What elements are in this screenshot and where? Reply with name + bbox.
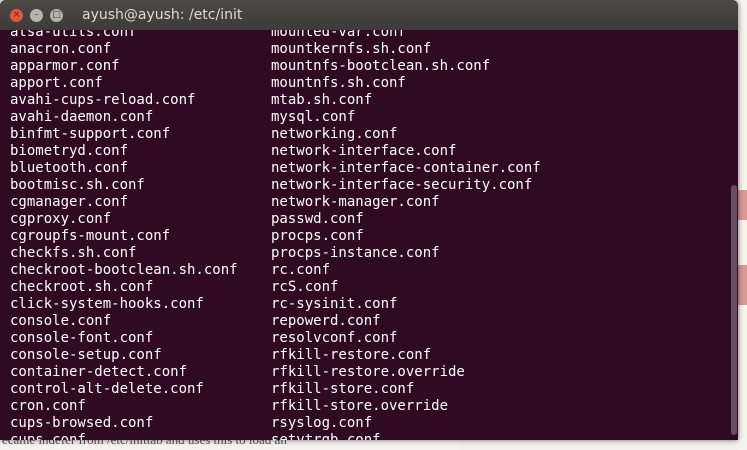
- listing-left-entry: cgmanager.conf: [10, 194, 129, 210]
- listing-right-entry: rcS.conf: [271, 279, 339, 295]
- listing-left-entry: cups.conf: [10, 432, 86, 440]
- scrollbar-thumb[interactable]: [731, 185, 737, 435]
- window-title: ayush@ayush: /etc/init: [82, 7, 243, 23]
- listing-right-entry: mountnfs.sh.conf: [271, 75, 406, 91]
- listing-right-entry: mtab.sh.conf: [271, 92, 373, 108]
- listing-left-entry: binfmt-support.conf: [10, 126, 171, 142]
- title-bar[interactable]: × – □ ayush@ayush: /etc/init: [0, 0, 738, 30]
- listing-right-entry: mountkernfs.sh.conf: [271, 41, 432, 57]
- listing-left-entry: anacron.conf: [10, 41, 112, 57]
- listing-right-entry: rc-sysinit.conf: [271, 296, 398, 312]
- listing-right-entry: rfkill-store.override: [271, 398, 449, 414]
- listing-right-entry: resolvconf.conf: [271, 330, 398, 346]
- listing-left-entry: click-system-hooks.conf: [10, 296, 204, 312]
- listing-left-entry: container-detect.conf: [10, 364, 188, 380]
- listing-right-entry: network-manager.conf: [271, 194, 440, 210]
- listing-left-entry: avahi-daemon.conf: [10, 109, 154, 125]
- background-accent-mark: [738, 190, 747, 220]
- listing-right-entry: repowerd.conf: [271, 313, 381, 329]
- listing-left-entry: cgroupfs-mount.conf: [10, 228, 171, 244]
- listing-left-entry: checkroot.sh.conf: [10, 279, 154, 295]
- listing-left-entry: console-setup.conf: [10, 347, 162, 363]
- background-accent-mark: [738, 265, 747, 305]
- listing-left-entry: cgproxy.conf: [10, 211, 112, 227]
- listing-right-entry: networking.conf: [271, 126, 398, 142]
- listing-left-entry: checkfs.sh.conf: [10, 245, 137, 261]
- listing-right-entry: rfkill-restore.override: [271, 364, 465, 380]
- listing-left-entry: cron.conf: [10, 398, 86, 414]
- listing-right-entry: network-interface-security.conf: [271, 177, 533, 193]
- listing-left-entry: apport.conf: [10, 75, 103, 91]
- listing-right-entry: rc.conf: [271, 262, 331, 278]
- listing-left-entry: avahi-cups-reload.conf: [10, 92, 196, 108]
- listing-right-entry: setvtrgb.conf: [271, 432, 381, 440]
- listing-left-entry: control-alt-delete.conf: [10, 381, 204, 397]
- listing-right-entry: mounted-var.conf: [271, 30, 406, 40]
- listing-left-entry: apparmor.conf: [10, 58, 120, 74]
- listing-left-entry: biometryd.conf: [10, 143, 129, 159]
- listing-right-entry: rsyslog.conf: [271, 415, 373, 431]
- listing-left-entry: atsa-utils.conf: [10, 30, 137, 40]
- close-button[interactable]: ×: [10, 9, 23, 22]
- listing-left-entry: cups-browsed.conf: [10, 415, 154, 431]
- listing-left-entry: checkroot-bootclean.sh.conf: [10, 262, 238, 278]
- listing-right-entry: mountnfs-bootclean.sh.conf: [271, 58, 491, 74]
- listing-right-entry: rfkill-restore.conf: [271, 347, 432, 363]
- maximize-button[interactable]: □: [50, 9, 63, 22]
- minimize-button[interactable]: –: [30, 9, 43, 22]
- listing-right-entry: procps-instance.conf: [271, 245, 440, 261]
- listing-right-entry: network-interface.conf: [271, 143, 457, 159]
- background-page-right: [738, 0, 747, 450]
- listing-right-entry: procps.conf: [271, 228, 364, 244]
- terminal-output[interactable]: atsa-utils.conf anacron.conf apparmor.conf…: [0, 30, 738, 440]
- listing-right-entry: passwd.conf: [271, 211, 364, 227]
- listing-right-entry: mysql.conf: [271, 109, 356, 125]
- terminal-window[interactable]: × – □ ayush@ayush: /etc/init atsa-utils.…: [0, 0, 738, 440]
- listing-left-entry: bluetooth.conf: [10, 160, 129, 176]
- listing-right-entry: network-interface-container.conf: [271, 160, 541, 176]
- listing-left-entry: console.conf: [10, 313, 112, 329]
- listing-left-entry: console-font.conf: [10, 330, 154, 346]
- listing-left-entry: bootmisc.sh.conf: [10, 177, 145, 193]
- listing-right-entry: rfkill-store.conf: [271, 381, 415, 397]
